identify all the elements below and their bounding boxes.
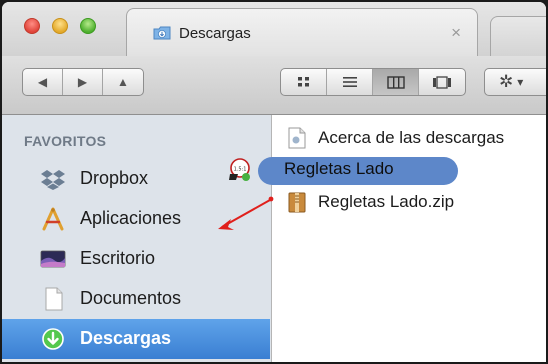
navigation-segment: ◀ ▶ ▲	[22, 68, 144, 96]
coverflow-view-button[interactable]	[419, 69, 465, 95]
back-icon: ◀	[37, 75, 48, 89]
sidebar-item-label: Documentos	[80, 288, 182, 308]
list-view-button[interactable]	[327, 69, 373, 95]
action-menu-button[interactable]: ✲ ▾	[484, 68, 546, 96]
forward-button[interactable]: ▶	[63, 69, 103, 95]
sidebar-item-label: Aplicaciones	[80, 208, 182, 228]
toolbar: ◀ ▶ ▲ ✲ ▾	[2, 56, 546, 115]
action-button[interactable]: ✲ ▾	[485, 69, 546, 95]
file-column: Acerca de las descargas Regletas Lado.zi…	[272, 115, 546, 362]
sidebar-item-label: Dropbox	[80, 168, 149, 188]
finder-window: Descargas × ◀ ▶ ▲ ✲ ▾ FAVORITOS Dropbox …	[0, 0, 548, 364]
view-mode-segment	[280, 68, 466, 96]
zip-archive-icon	[288, 192, 306, 213]
desktop-icon	[40, 250, 66, 268]
applications-icon	[42, 207, 64, 231]
sidebar-section-header: FAVORITOS	[24, 133, 107, 149]
forward-icon: ▶	[77, 75, 88, 89]
tab-descargas[interactable]: Descargas ×	[126, 8, 478, 56]
downloads-folder-icon	[153, 26, 171, 40]
minimize-window-button[interactable]	[52, 18, 68, 34]
file-name: Acerca de las descargas	[318, 128, 505, 147]
column-view-button[interactable]	[373, 69, 419, 95]
close-window-button[interactable]	[24, 18, 40, 34]
sidebar-item-documentos[interactable]: Documentos	[2, 279, 270, 319]
file-item[interactable]: Regletas Lado.zip	[288, 189, 546, 215]
sidebar-item-descargas[interactable]: Descargas	[2, 319, 270, 359]
dropbox-icon	[41, 170, 65, 190]
icon-view-button[interactable]	[281, 69, 327, 95]
tab-title: Descargas	[179, 25, 251, 42]
file-item[interactable]: Acerca de las descargas	[288, 125, 546, 151]
back-button[interactable]: ◀	[23, 69, 63, 95]
svg-text:1.5:1: 1.5:1	[234, 167, 247, 173]
folder-name-editing[interactable]: Regletas Lado	[284, 159, 394, 179]
icon-view-icon	[297, 77, 309, 87]
sidebar-item-label: Escritorio	[80, 248, 156, 268]
downloads-icon	[42, 328, 64, 350]
eject-icon: ▲	[117, 75, 129, 89]
coverflow-view-icon	[433, 75, 451, 89]
sidebar-item-label: Descargas	[80, 328, 172, 348]
folder-icon[interactable]: 1.5:1	[228, 158, 254, 182]
tab-bar: Descargas ×	[2, 2, 546, 56]
zoom-window-button[interactable]	[80, 18, 96, 34]
documents-icon	[45, 287, 63, 311]
column-view-icon	[386, 75, 405, 89]
chevron-down-icon: ▾	[517, 75, 524, 89]
close-tab-icon[interactable]: ×	[451, 23, 461, 43]
new-tab-button[interactable]	[490, 16, 546, 56]
sidebar: FAVORITOS Dropbox Aplicaciones Escritori…	[2, 115, 272, 362]
file-name: Regletas Lado.zip	[318, 192, 455, 211]
eject-button[interactable]: ▲	[103, 69, 143, 95]
sidebar-item-escritorio[interactable]: Escritorio	[2, 239, 270, 279]
document-icon	[288, 127, 306, 149]
sidebar-item-aplicaciones[interactable]: Aplicaciones	[2, 199, 270, 239]
gear-icon: ✲	[499, 72, 514, 91]
list-view-icon	[342, 77, 357, 87]
